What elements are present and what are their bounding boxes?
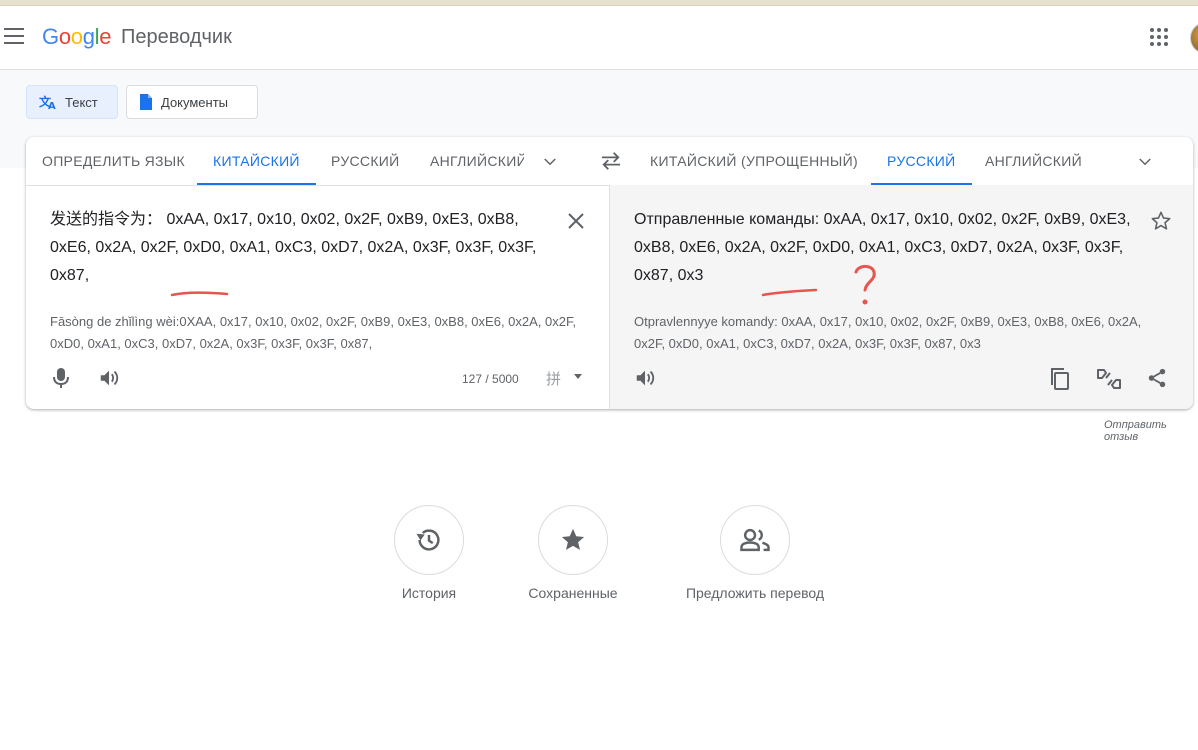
google-apps-icon[interactable] (1150, 28, 1168, 46)
target-listen-speaker-icon[interactable] (634, 367, 656, 389)
source-lang-russian[interactable]: РУССКИЙ (331, 137, 400, 185)
save-translation-star-icon[interactable] (1150, 210, 1172, 232)
swap-languages-icon[interactable] (600, 151, 622, 171)
target-translation-text: Отправленные команды: 0xAA, 0x17, 0x10, … (634, 211, 1131, 284)
google-logo[interactable]: Google (42, 24, 111, 50)
contribute-button[interactable] (720, 505, 790, 575)
panel-divider (609, 185, 610, 409)
saved-label: Сохраненные (528, 585, 618, 601)
source-lang-english[interactable]: АНГЛИЙСКИЙ (430, 137, 524, 185)
pinyin-input-tool-icon[interactable]: 拼 (546, 368, 561, 389)
character-counter: 127 / 5000 (462, 372, 519, 386)
target-more-languages-chevron-icon[interactable] (1136, 153, 1154, 171)
history-button[interactable] (394, 505, 464, 575)
source-lang-detect[interactable]: ОПРЕДЕЛИТЬ ЯЗЫК (42, 137, 185, 185)
hamburger-menu-icon[interactable] (4, 28, 24, 46)
history-icon (416, 529, 440, 551)
send-feedback-link[interactable]: Отправить отзыв (1104, 419, 1198, 443)
text-mode-label: Текст (65, 94, 98, 110)
clear-source-icon[interactable] (566, 211, 586, 231)
documents-mode-label: Документы (161, 94, 229, 110)
history-label: История (401, 585, 457, 601)
document-icon (140, 94, 152, 110)
documents-mode-button[interactable]: Документы (126, 85, 258, 119)
star-icon (561, 528, 585, 550)
app-header: Google Переводчик (0, 6, 1198, 70)
product-name: Переводчик (121, 26, 232, 48)
text-mode-button[interactable]: 文 A Текст (26, 85, 118, 119)
people-icon (740, 528, 770, 552)
language-bar: ОПРЕДЕЛИТЬ ЯЗЫК КИТАЙСКИЙ РУССКИЙ АНГЛИЙ… (26, 137, 1193, 186)
question-mark-annotation (854, 264, 876, 305)
target-lang-english[interactable]: АНГЛИЙСКИЙ (985, 137, 1082, 185)
rate-translation-icon[interactable] (1096, 367, 1122, 391)
source-more-languages-chevron-icon[interactable] (541, 153, 559, 171)
microphone-icon[interactable] (52, 367, 70, 389)
account-avatar[interactable] (1190, 22, 1198, 54)
share-translation-icon[interactable] (1146, 367, 1168, 389)
source-lang-chinese[interactable]: КИТАЙСКИЙ (197, 137, 316, 185)
translate-icon: 文 A (39, 94, 56, 110)
source-text-input[interactable]: 发送的指令为： 0xAA, 0x17, 0x10, 0x02, 0x2F, 0x… (50, 206, 550, 290)
input-tools-dropdown-icon[interactable] (574, 374, 582, 379)
saved-button[interactable] (538, 505, 608, 575)
history-action[interactable]: История (393, 505, 465, 601)
translation-card: ОПРЕДЕЛИТЬ ЯЗЫК КИТАЙСКИЙ РУССКИЙ АНГЛИЙ… (26, 137, 1193, 409)
source-transliteration: Fāsòng de zhǐlìng wèi:0XAA, 0x17, 0x10, … (50, 314, 577, 351)
source-listen-speaker-icon[interactable] (98, 367, 120, 389)
saved-action[interactable]: Сохраненные (526, 505, 620, 601)
contribute-action[interactable]: Предложить перевод (681, 505, 829, 601)
target-lang-russian[interactable]: РУССКИЙ (871, 137, 971, 185)
target-lang-chinese-simplified[interactable]: КИТАЙСКИЙ (УПРОЩЕННЫЙ) (650, 137, 858, 185)
contribute-label: Предложить перевод (685, 585, 825, 601)
target-underline-annotation (761, 288, 818, 297)
target-transliteration: Otpravlennyye komandy: 0xAA, 0x17, 0x10,… (634, 314, 1142, 351)
svg-text:A: A (48, 101, 56, 110)
source-underline-annotation (170, 291, 229, 297)
copy-translation-icon[interactable] (1049, 367, 1071, 391)
